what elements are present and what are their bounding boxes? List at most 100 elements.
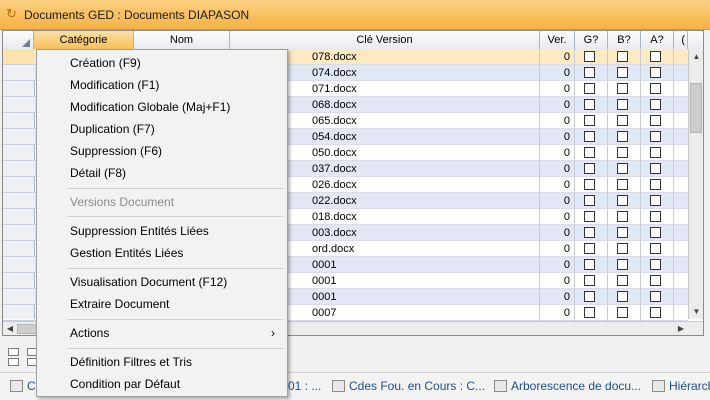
row-header[interactable] [3,113,34,129]
column-header-g[interactable]: G? [575,31,608,49]
column-header-extra[interactable]: ( [674,31,688,49]
a-checkbox[interactable] [650,259,661,270]
column-header-categorie[interactable]: Catégorie [34,31,134,49]
b-checkbox[interactable] [617,51,628,62]
a-checkbox[interactable] [650,243,661,254]
taskbar-item-2[interactable]: Cdes Fou. en Cours : C... [332,377,485,395]
b-checkbox[interactable] [617,131,628,142]
b-checkbox[interactable] [617,259,628,270]
row-header[interactable] [3,161,34,177]
menu-item-extraire-document[interactable]: Extraire Document [70,294,169,314]
taskbar-item-1[interactable]: 01 : ... [288,377,321,395]
g-checkbox[interactable] [584,307,595,318]
scroll-right-icon[interactable]: ▶ [675,323,687,335]
column-header-cle-version[interactable]: Clé Version [230,31,540,49]
g-checkbox[interactable] [584,147,595,158]
menu-item-condition-par-defaut[interactable]: Condition par Défaut [70,374,180,394]
scroll-down-icon[interactable]: ▼ [691,306,702,317]
row-header[interactable] [3,289,34,305]
g-checkbox[interactable] [584,83,595,94]
a-checkbox[interactable] [650,291,661,302]
taskbar-item-3[interactable]: Arborescence de docu... [494,377,641,395]
vertical-scrollbar[interactable]: ▲ ▼ [688,49,703,319]
row-header[interactable] [3,225,34,241]
g-checkbox[interactable] [584,195,595,206]
g-checkbox[interactable] [584,275,595,286]
b-checkbox[interactable] [617,115,628,126]
taskbar-item-4[interactable]: Hiérarch [652,377,710,395]
menu-item-gestion-entites-liees[interactable]: Gestion Entités Liées [70,243,183,263]
column-header-nom[interactable]: Nom [134,31,230,49]
scroll-up-icon[interactable]: ▲ [691,51,702,62]
nav-prev-button[interactable] [8,358,19,366]
refresh-icon[interactable]: ↻ [6,7,20,21]
a-checkbox[interactable] [650,195,661,206]
menu-item-suppression-entites-liees[interactable]: Suppression Entités Liées [70,221,209,241]
b-checkbox[interactable] [617,179,628,190]
row-header[interactable] [3,273,34,289]
g-checkbox[interactable] [584,227,595,238]
column-header-ver[interactable]: Ver. [540,31,575,49]
scroll-left-icon[interactable]: ◀ [4,323,16,335]
row-header[interactable] [3,81,34,97]
row-header[interactable] [3,241,34,257]
a-checkbox[interactable] [650,227,661,238]
menu-item-definition-filtres[interactable]: Définition Filtres et Tris [70,352,192,372]
a-checkbox[interactable] [650,67,661,78]
row-header[interactable] [3,49,34,65]
row-header[interactable] [3,177,34,193]
b-checkbox[interactable] [617,211,628,222]
g-checkbox[interactable] [584,99,595,110]
a-checkbox[interactable] [650,147,661,158]
row-header[interactable] [3,193,34,209]
g-checkbox[interactable] [584,67,595,78]
a-checkbox[interactable] [650,51,661,62]
b-checkbox[interactable] [617,99,628,110]
taskbar-item-0[interactable]: C [10,377,36,395]
g-checkbox[interactable] [584,243,595,254]
g-checkbox[interactable] [584,259,595,270]
g-checkbox[interactable] [584,179,595,190]
g-checkbox[interactable] [584,51,595,62]
b-checkbox[interactable] [617,243,628,254]
a-checkbox[interactable] [650,211,661,222]
b-checkbox[interactable] [617,227,628,238]
row-header[interactable] [3,65,34,81]
row-header[interactable] [3,129,34,145]
a-checkbox[interactable] [650,163,661,174]
menu-item-modification[interactable]: Modification (F1) [70,75,159,95]
b-checkbox[interactable] [617,291,628,302]
g-checkbox[interactable] [584,131,595,142]
row-header-column[interactable] [3,49,35,321]
b-checkbox[interactable] [617,275,628,286]
a-checkbox[interactable] [650,83,661,94]
b-checkbox[interactable] [617,163,628,174]
g-checkbox[interactable] [584,115,595,126]
a-checkbox[interactable] [650,131,661,142]
menu-item-creation[interactable]: Création (F9) [70,53,141,73]
b-checkbox[interactable] [617,67,628,78]
vertical-scroll-thumb[interactable] [690,83,702,133]
row-header[interactable] [3,305,34,321]
row-header[interactable] [3,209,34,225]
g-checkbox[interactable] [584,291,595,302]
nav-first-button[interactable] [8,348,19,356]
column-header-b[interactable]: B? [608,31,641,49]
a-checkbox[interactable] [650,275,661,286]
row-header[interactable] [3,145,34,161]
a-checkbox[interactable] [650,307,661,318]
a-checkbox[interactable] [650,179,661,190]
b-checkbox[interactable] [617,195,628,206]
menu-item-actions[interactable]: Actions [70,323,280,343]
row-header[interactable] [3,97,34,113]
menu-item-suppression[interactable]: Suppression (F6) [70,141,162,161]
b-checkbox[interactable] [617,147,628,158]
g-checkbox[interactable] [584,211,595,222]
b-checkbox[interactable] [617,83,628,94]
b-checkbox[interactable] [617,307,628,318]
select-all-corner[interactable] [3,31,34,49]
menu-item-detail[interactable]: Détail (F8) [70,163,126,183]
menu-item-visualisation-document[interactable]: Visualisation Document (F12) [70,272,227,292]
column-header-a[interactable]: A? [641,31,674,49]
row-header[interactable] [3,257,34,273]
